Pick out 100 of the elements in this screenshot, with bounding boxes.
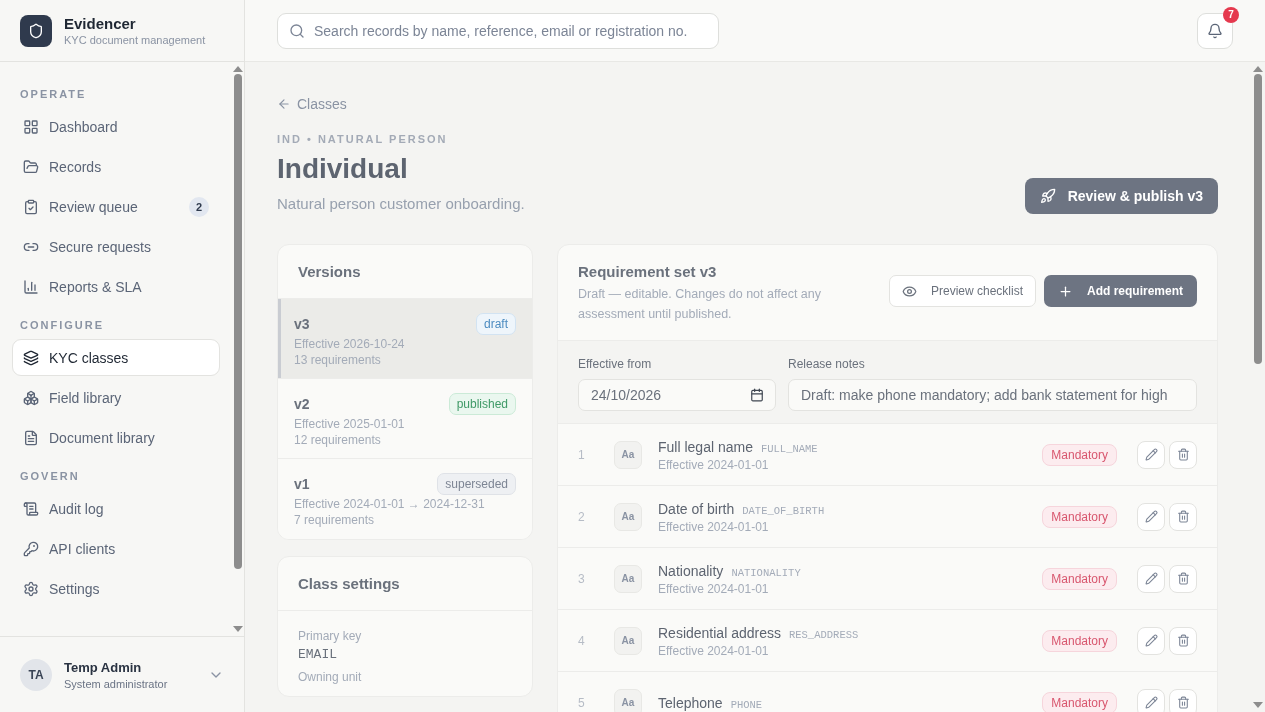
requirement-code: RES_ADDRESS xyxy=(788,628,859,641)
version-count: 13 requirements xyxy=(294,353,382,367)
field-label: Effective from xyxy=(578,357,653,371)
card-title: Class settings xyxy=(278,557,532,611)
text-type-icon: Aa xyxy=(614,564,642,593)
search-field[interactable]: Search records by name, reference, email or registration no. xyxy=(277,12,719,49)
nav-item[interactable]: Audit log xyxy=(12,490,220,527)
row-number: 3 xyxy=(578,571,586,586)
text-type-icon: Aa xyxy=(614,626,642,655)
requirement-name: Full legal name xyxy=(658,438,753,455)
section-label: OPERATE xyxy=(19,87,88,102)
version-effective: Effective 2026-10-24 xyxy=(294,337,406,351)
section-label: GOVERN xyxy=(19,469,81,484)
nav-label: Audit log xyxy=(49,500,105,517)
plus-icon xyxy=(1058,283,1073,299)
trash-icon xyxy=(1176,696,1190,709)
trash-icon xyxy=(1176,448,1190,461)
notification-count: 7 xyxy=(1223,6,1239,23)
notifications-button[interactable] xyxy=(1197,12,1233,49)
nav-item[interactable]: Field library xyxy=(12,379,220,416)
requirement-effective: Effective 2024-01-01 xyxy=(658,457,770,472)
brand-tagline: KYC document management xyxy=(64,34,206,46)
row-number: 5 xyxy=(578,695,586,710)
nav-label: Dashboard xyxy=(49,118,119,135)
clipboard-icon xyxy=(23,198,39,215)
preview-button[interactable]: Preview checklist xyxy=(888,275,1036,307)
nav-item[interactable]: Document library xyxy=(12,419,220,456)
row-number: 1 xyxy=(578,447,586,462)
trash-icon xyxy=(1176,634,1190,647)
date-field[interactable]: 24/10/2026 xyxy=(578,379,776,411)
key-icon xyxy=(23,540,39,557)
nav-item[interactable]: Secure requests xyxy=(12,228,220,265)
eye-icon xyxy=(901,283,917,299)
delete-button[interactable] xyxy=(1169,626,1197,655)
pencil-icon xyxy=(1144,448,1158,461)
nav-label: Settings xyxy=(49,580,101,597)
avatar: TA xyxy=(20,658,52,691)
requirement-code: DATE_OF_BIRTH xyxy=(742,504,825,517)
trash-icon xyxy=(1176,572,1190,585)
requirement-name: Nationality xyxy=(658,562,724,579)
nav-item[interactable]: API clients xyxy=(12,530,220,567)
calendar-icon[interactable] xyxy=(750,388,764,402)
setting-value: EMAIL xyxy=(298,647,338,662)
nav-item[interactable]: Settings xyxy=(12,570,220,607)
user-name: Temp Admin xyxy=(64,659,143,675)
nav-item[interactable]: Dashboard xyxy=(12,108,220,145)
text-type-icon: Aa xyxy=(614,502,642,531)
nav-label: Reports & SLA xyxy=(49,278,143,295)
version-item[interactable]: v3 draft Effective 2026-10-24 13 requirements xyxy=(278,299,532,379)
document-icon xyxy=(23,429,39,446)
requirement-name: Date of birth xyxy=(658,500,735,517)
nav-label: Secure requests xyxy=(49,238,152,255)
edit-button[interactable] xyxy=(1137,502,1165,531)
card-description: Draft — editable. Changes do not affect any assessment until published. xyxy=(578,286,822,323)
section-label: CONFIGURE xyxy=(19,318,105,333)
nav-label: KYC classes xyxy=(49,349,130,366)
status-tag: superseded xyxy=(437,473,516,495)
delete-button[interactable] xyxy=(1169,688,1197,712)
version-count: 7 requirements xyxy=(294,513,376,527)
nav-label: Document library xyxy=(49,429,156,446)
bell-icon xyxy=(1207,22,1223,39)
nav-label: API clients xyxy=(49,540,117,557)
edit-button[interactable] xyxy=(1137,440,1165,469)
publish-button[interactable]: Review & publish v3 xyxy=(1024,178,1218,214)
search-icon xyxy=(289,22,305,39)
user-role: System administrator xyxy=(64,677,169,690)
edit-button[interactable] xyxy=(1137,626,1165,655)
notes-field[interactable]: Draft: make phone mandatory; add bank statement for high xyxy=(788,379,1197,411)
grid-icon xyxy=(23,118,39,135)
bar-chart-icon xyxy=(23,278,39,295)
nav-label: Records xyxy=(49,158,103,175)
delete-button[interactable] xyxy=(1169,564,1197,593)
mandatory-tag: Mandatory xyxy=(1042,567,1117,590)
pencil-icon xyxy=(1144,510,1158,523)
nav-item[interactable]: Review queue 2 xyxy=(12,188,220,225)
version-effective: Effective 2025-01-01 xyxy=(294,417,406,431)
requirement-code: NATIONALITY xyxy=(731,566,801,579)
folder-icon xyxy=(23,158,39,175)
back-link[interactable]: Classes xyxy=(277,96,347,112)
add-button[interactable]: Add requirement xyxy=(1044,275,1197,307)
settings-icon xyxy=(23,580,39,597)
edit-button[interactable] xyxy=(1137,564,1165,593)
setting-label: Primary key xyxy=(298,629,363,643)
version-name: v2 xyxy=(294,396,310,412)
mandatory-tag: Mandatory xyxy=(1042,691,1117,712)
mandatory-tag: Mandatory xyxy=(1042,505,1117,528)
version-count: 12 requirements xyxy=(294,433,382,447)
nav-item[interactable]: Reports & SLA xyxy=(12,268,220,305)
pencil-icon xyxy=(1144,572,1158,585)
shield-logo-icon xyxy=(20,14,52,47)
edit-button[interactable] xyxy=(1137,688,1165,712)
brand-name: Evidencer xyxy=(64,15,137,32)
nav-item[interactable]: Records xyxy=(12,148,220,185)
text-type-icon: Aa xyxy=(614,440,642,469)
delete-button[interactable] xyxy=(1169,440,1197,469)
trash-icon xyxy=(1176,510,1190,523)
delete-button[interactable] xyxy=(1169,502,1197,531)
card-title: Requirement set v3 xyxy=(578,263,718,280)
requirement-code: PHONE xyxy=(730,698,763,711)
nav-item[interactable]: KYC classes xyxy=(12,339,220,376)
